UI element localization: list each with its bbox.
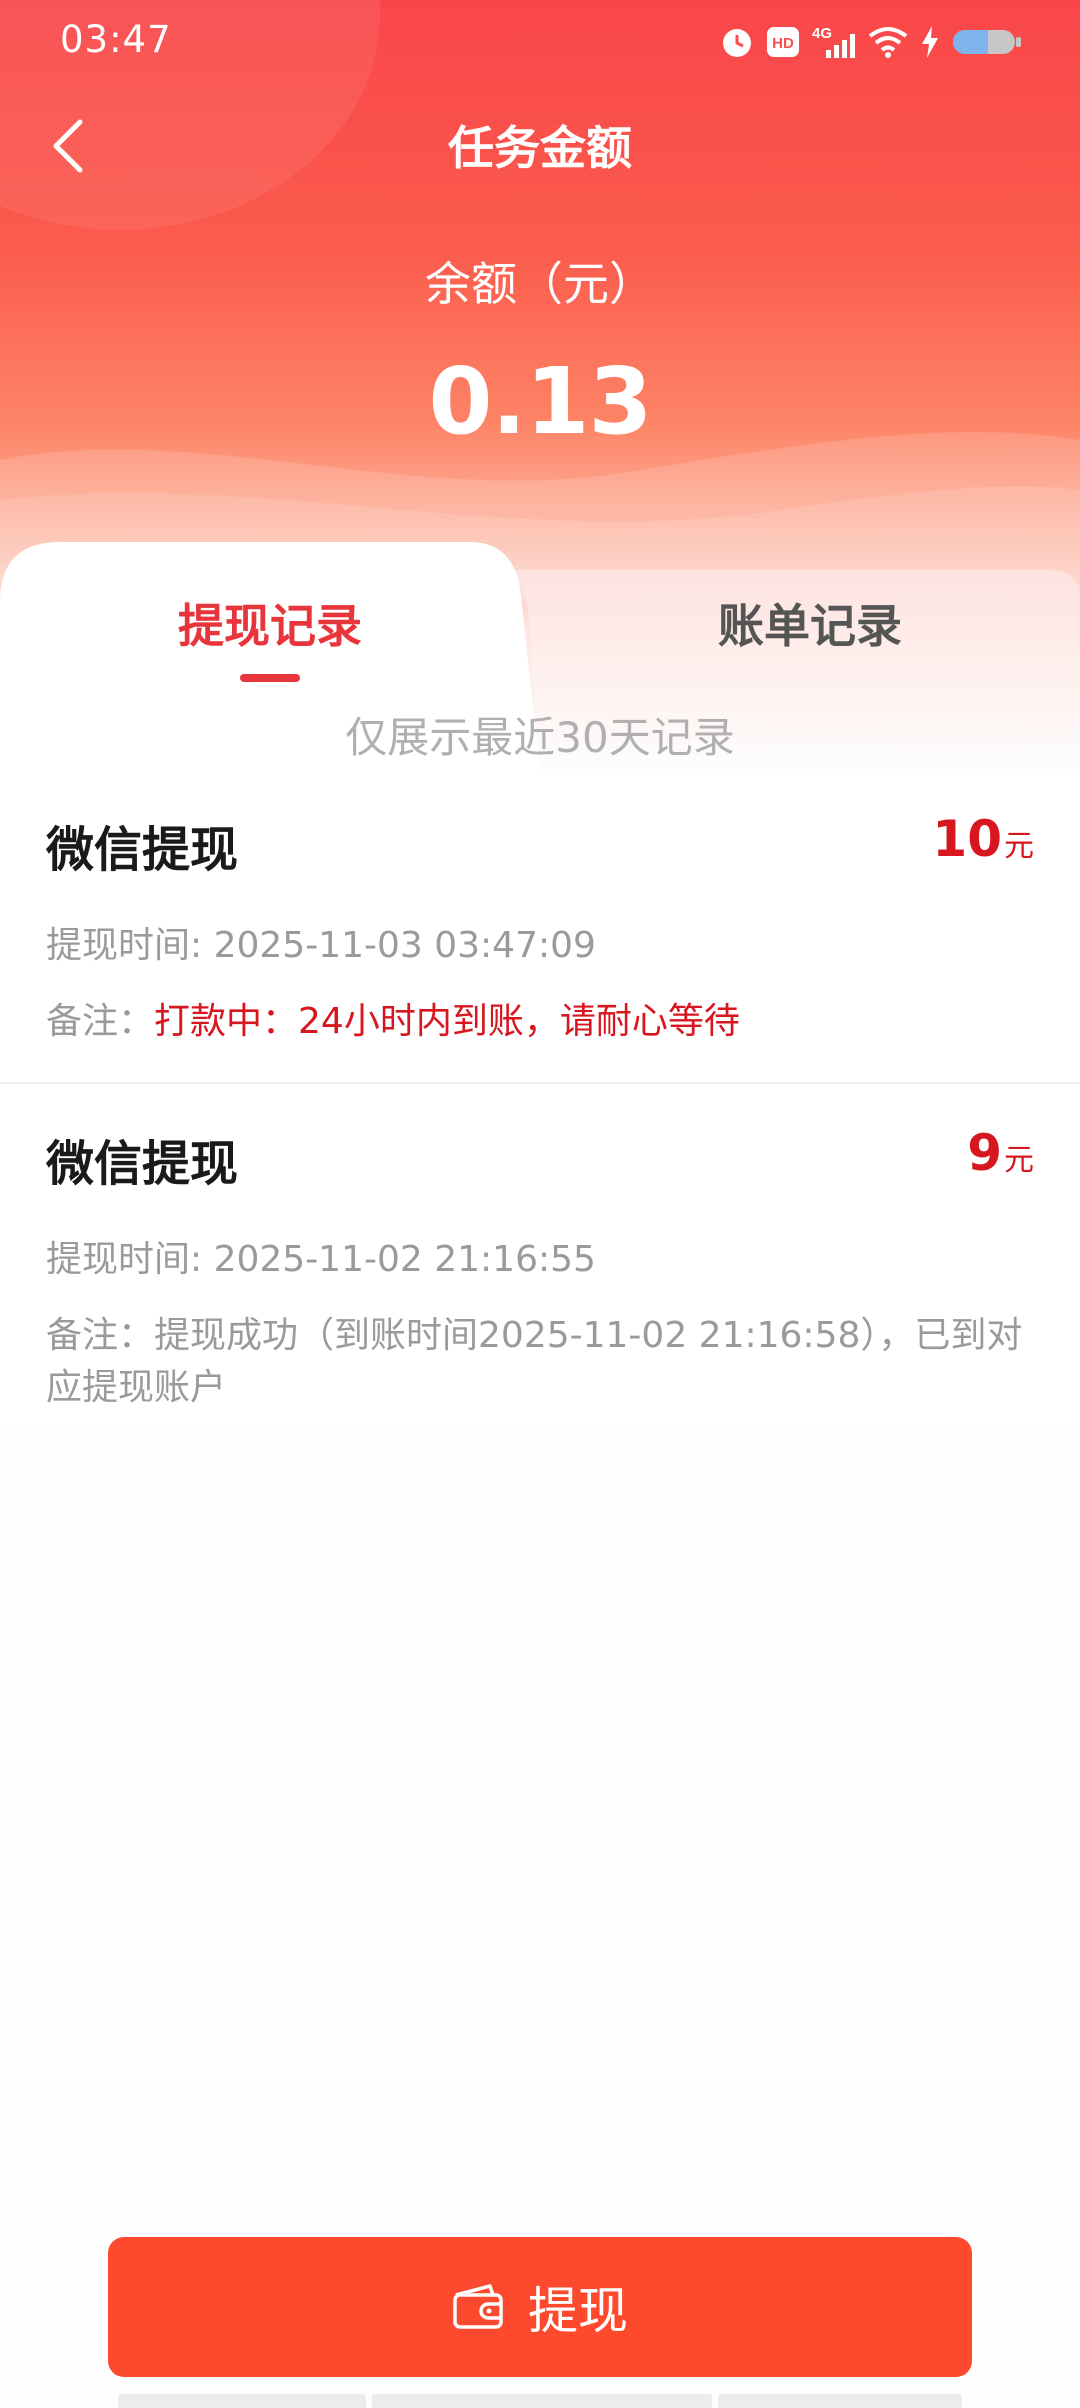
balance-value: 0.13 <box>428 348 653 455</box>
bottom-partial-bar <box>118 2394 962 2408</box>
record-title: 微信提现 <box>46 822 239 878</box>
amount-unit: 元 <box>1004 829 1034 864</box>
svg-text:4G: 4G <box>812 25 832 42</box>
page-title: 任务金额 <box>448 121 632 175</box>
amount-unit: 元 <box>1004 1143 1034 1178</box>
note-prefix: 备注： <box>46 1315 155 1356</box>
record-time: 提现时间: 2025-11-03 03:47:09 <box>46 925 596 966</box>
withdraw-button-label: 提现 <box>528 2282 628 2340</box>
4g-signal-icon: 4G <box>812 25 855 58</box>
tab-withdraw-records[interactable]: 提现记录 <box>0 590 540 660</box>
withdraw-button[interactable]: 提现 <box>108 2237 972 2377</box>
amount-value: 9 <box>967 1124 1002 1182</box>
svg-text:HD: HD <box>772 35 794 52</box>
record-time: 提现时间: 2025-11-02 21:16:55 <box>46 1239 596 1280</box>
hd-icon: HD <box>767 27 799 57</box>
note-text: 打款中：24小时内到账，请耐心等待 <box>154 1001 740 1042</box>
note-text: 提现成功（到账时间2025-11-02 21:16:58），已到对应提现账户 <box>46 1315 1023 1408</box>
status-icons: HD 4G <box>720 22 1022 62</box>
record-amount: 9元 <box>967 1124 1034 1182</box>
charging-icon <box>922 26 938 58</box>
note-prefix: 备注： <box>46 1001 155 1042</box>
record-amount: 10元 <box>932 810 1034 868</box>
tab-bill-records[interactable]: 账单记录 <box>540 590 1080 660</box>
wallet-icon <box>453 2284 503 2329</box>
record-note: 备注：提现成功（到账时间2025-11-02 21:16:58），已到对应提现账… <box>46 1310 1036 1414</box>
status-bar: 03:47 HD 4G <box>0 0 1080 80</box>
amount-value: 10 <box>932 810 1002 868</box>
list-item[interactable]: 微信提现 10元 提现时间: 2025-11-03 03:47:09 备注：打款… <box>0 770 1080 1084</box>
record-note: 备注：打款中：24小时内到账，请耐心等待 <box>46 996 1036 1048</box>
status-time: 03:47 <box>60 18 172 61</box>
balance-label: 余额（元） <box>425 257 655 311</box>
battery-icon <box>953 30 1021 54</box>
notice-text: 仅展示最近30天记录 <box>345 713 735 762</box>
wifi-icon <box>868 27 908 58</box>
record-title: 微信提现 <box>46 1136 239 1192</box>
list-item[interactable]: 微信提现 9元 提现时间: 2025-11-02 21:16:55 备注：提现成… <box>0 1084 1080 1424</box>
active-tab-indicator <box>240 674 300 682</box>
alarm-icon <box>723 29 751 57</box>
